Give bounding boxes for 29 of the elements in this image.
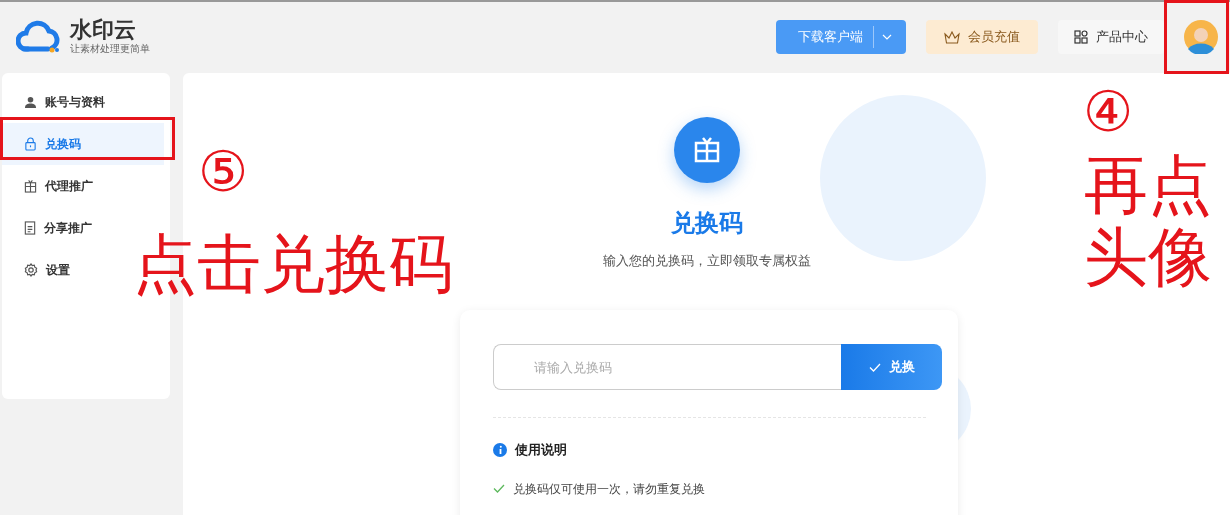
- gift-icon: [24, 179, 37, 193]
- sidebar-item[interactable]: 代理推广: [2, 165, 164, 207]
- vip-recharge-button[interactable]: 会员充值: [926, 20, 1038, 54]
- instruction-text: 兑换码仅可使用一次，请勿重复兑换: [513, 480, 705, 498]
- page-title: 兑换码: [670, 208, 743, 239]
- annotation-number: ⑤: [198, 144, 249, 200]
- grid-icon: [1074, 30, 1088, 44]
- info-icon: [493, 442, 507, 457]
- person-icon: [24, 95, 37, 109]
- check-icon: [868, 362, 881, 372]
- check-icon: [493, 484, 505, 493]
- gift-icon: [673, 117, 740, 183]
- annotation-text: 再点头像: [1084, 150, 1213, 294]
- redeem-button[interactable]: 兑换: [841, 344, 942, 390]
- code-input-field[interactable]: 请输入兑换码: [493, 344, 841, 390]
- crown-icon: [944, 30, 960, 44]
- instructions-title: 使用说明: [515, 441, 567, 459]
- product-center-button[interactable]: 产品中心: [1058, 20, 1164, 54]
- annotation-text: 点击兑换码: [133, 232, 453, 296]
- page-subtitle: 输入您的兑换码，立即领取专属权益: [602, 252, 811, 270]
- settings-icon: [24, 263, 38, 277]
- document-icon: [24, 221, 36, 235]
- logo-slogan: 让素材处理更简单: [70, 41, 150, 56]
- avatar-icon[interactable]: [1184, 20, 1218, 54]
- lock-icon: [24, 137, 37, 151]
- cloud-logo-icon: [16, 19, 62, 55]
- annotation-number: ④: [1083, 84, 1134, 140]
- sidebar-item[interactable]: 账号与资料: [2, 81, 164, 123]
- logo-title: 水印云: [70, 18, 137, 41]
